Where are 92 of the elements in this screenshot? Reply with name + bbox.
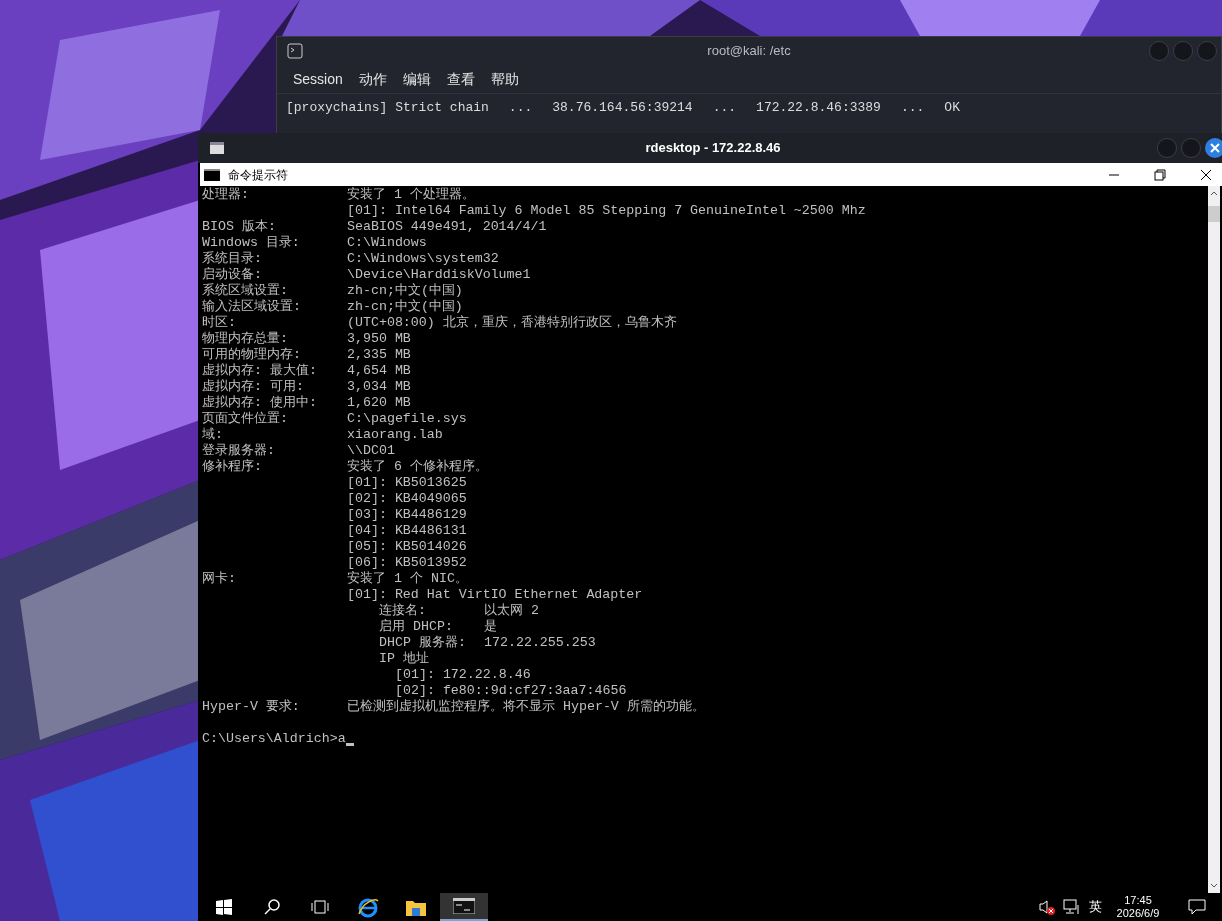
field-label: 网卡:: [202, 571, 237, 587]
field-value: xiaorang.lab: [347, 427, 443, 443]
field-value: 172.22.255.253: [484, 635, 596, 651]
window-title: rdesktop - 172.22.8.46: [645, 139, 781, 158]
notification-icon[interactable]: [1188, 899, 1206, 915]
list-entry: [02]: KB4049065: [347, 491, 467, 507]
terminal-text: OK: [944, 99, 960, 117]
field-label: 可用的物理内存:: [202, 347, 302, 363]
field-label: 页面文件位置:: [202, 411, 289, 427]
terminal-text: ...: [508, 99, 533, 117]
field-value: C:\Windows: [347, 235, 427, 251]
list-entry: [01]: KB5013625: [347, 475, 467, 491]
field-value: zh-cn;中文(中国): [347, 299, 463, 315]
window-title: root@kali: /etc: [707, 42, 791, 61]
muted-speaker-icon[interactable]: [1039, 899, 1055, 915]
field-label: 启用 DHCP:: [379, 619, 454, 635]
terminal-text: [proxychains] Strict chain: [286, 99, 489, 117]
clock-time[interactable]: 17:45: [1110, 894, 1166, 907]
scrollbar-thumb[interactable]: [1208, 206, 1220, 222]
list-entry: [06]: KB5013952: [347, 555, 467, 571]
field-value: SeaBIOS 449e491, 2014/4/1: [347, 219, 547, 235]
menu-item[interactable]: Session: [293, 68, 343, 90]
field-label: 时区:: [202, 315, 237, 331]
field-value: zh-cn;中文(中国): [347, 283, 463, 299]
field-value: 安装了 6 个修补程序。: [347, 459, 488, 475]
command-prompt: C:\Users\Aldrich>: [202, 731, 338, 747]
field-label: 连接名:: [379, 603, 427, 619]
field-label: BIOS 版本:: [202, 219, 277, 235]
console-icon[interactable]: [453, 898, 475, 914]
field-value: (UTC+08:00) 北京，重庆，香港特别行政区，乌鲁木齐: [347, 315, 677, 331]
close-icon[interactable]: [1205, 138, 1222, 158]
window-icon: [209, 141, 225, 155]
window-title: 命令提示符: [228, 166, 288, 184]
field-label: 虚拟内存: 最大值:: [202, 363, 318, 379]
menu-item[interactable]: 帮助: [490, 68, 519, 90]
field-label: 系统区域设置:: [202, 283, 289, 299]
field-label: 修补程序:: [202, 459, 263, 475]
terminal-text: ...: [712, 99, 737, 117]
terminal-text: 172.22.8.46:3389: [756, 99, 881, 117]
field-value: 4,654 MB: [347, 363, 411, 379]
list-entry: [01]: Red Hat VirtIO Ethernet Adapter: [347, 587, 643, 603]
browser-icon[interactable]: [357, 896, 379, 918]
field-value: 是: [484, 619, 497, 635]
menu-item[interactable]: 查看: [446, 68, 475, 90]
field-value: 以太网 2: [484, 603, 539, 619]
field-value: 安装了 1 个处理器。: [347, 187, 475, 203]
task-view-icon[interactable]: [311, 900, 329, 914]
scrollbar[interactable]: [1208, 186, 1220, 893]
field-value: 已检测到虚拟机监控程序。将不显示 Hyper-V 所需的功能。: [347, 699, 705, 715]
list-entry: [01]: 172.22.8.46: [395, 667, 531, 683]
field-value: 2,335 MB: [347, 347, 411, 363]
clock-date[interactable]: 2026/6/9: [1110, 907, 1166, 920]
field-value: 1,620 MB: [347, 395, 411, 411]
terminal-text: ...: [900, 99, 925, 117]
field-label: IP 地址: [379, 651, 430, 667]
start-icon[interactable]: [216, 899, 232, 915]
field-label: 启动设备:: [202, 267, 263, 283]
field-label: 登录服务器:: [202, 443, 276, 459]
field-label: DHCP 服务器:: [379, 635, 467, 651]
field-value: C:\Windows\system32: [347, 251, 499, 267]
field-value: \\DC01: [347, 443, 395, 459]
terminal-text: 38.76.164.56:39214: [552, 99, 693, 117]
console-icon: [204, 168, 220, 181]
field-value: 3,950 MB: [347, 331, 411, 347]
field-value: C:\pagefile.sys: [347, 411, 467, 427]
scroll-down-icon[interactable]: [1210, 883, 1218, 889]
text-cursor: [345, 743, 354, 746]
field-value: 安装了 1 个 NIC。: [347, 571, 468, 587]
field-label: 处理器:: [202, 187, 250, 203]
terminal-icon: [287, 43, 303, 59]
list-entry: [05]: KB5014026: [347, 539, 467, 555]
input-language[interactable]: 英: [1089, 897, 1102, 917]
field-label: 虚拟内存: 可用:: [202, 379, 305, 395]
field-label: Windows 目录:: [202, 235, 301, 251]
field-value: 3,034 MB: [347, 379, 411, 395]
menu-item[interactable]: 编辑: [402, 68, 431, 90]
search-icon[interactable]: [264, 899, 280, 915]
scroll-up-icon[interactable]: [1210, 190, 1218, 196]
field-label: 系统目录:: [202, 251, 263, 267]
field-label: 虚拟内存: 使用中:: [202, 395, 318, 411]
network-icon[interactable]: [1063, 899, 1081, 915]
field-label: 物理内存总量:: [202, 331, 289, 347]
field-label: 域:: [202, 427, 224, 443]
field-label: Hyper-V 要求:: [202, 699, 301, 715]
list-entry: [03]: KB4486129: [347, 507, 467, 523]
list-entry: [04]: KB4486131: [347, 523, 467, 539]
typed-text: a: [337, 731, 346, 747]
field-label: 输入法区域设置:: [202, 299, 302, 315]
menu-item[interactable]: 动作: [358, 68, 387, 90]
list-entry: [02]: fe80::9d:cf27:3aa7:4656: [395, 683, 627, 699]
field-value: \Device\HarddiskVolume1: [347, 267, 531, 283]
list-entry: [01]: Intel64 Family 6 Model 85 Stepping 7 GenuineIntel ~2500 Mhz: [347, 203, 866, 219]
